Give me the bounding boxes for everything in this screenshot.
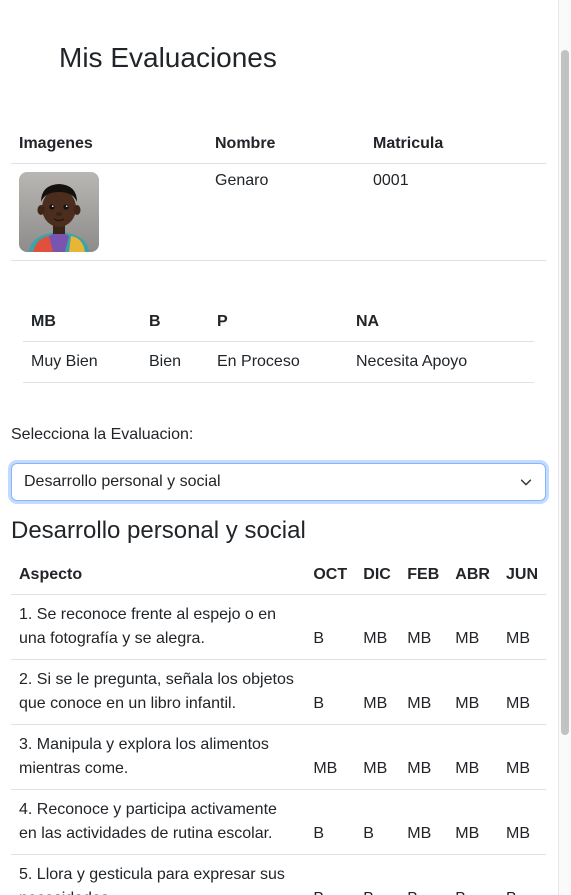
aspect-cell: 1. Se reconoce frente al espejo o en una… bbox=[11, 594, 306, 660]
grade-oct: B bbox=[305, 594, 356, 660]
header-jun: JUN bbox=[497, 555, 546, 595]
grade-jun: MB bbox=[497, 724, 546, 790]
student-table: Imagenes Nombre Matricula Genaro 0001 bbox=[11, 124, 546, 261]
grade-oct: B bbox=[305, 854, 356, 895]
student-name: Genaro bbox=[207, 163, 365, 261]
table-row: Muy Bien Bien En Proceso Necesita Apoyo bbox=[23, 341, 534, 383]
student-image-cell bbox=[11, 163, 207, 261]
aspect-cell: 4. Reconoce y participa activamente en l… bbox=[11, 789, 306, 855]
grade-feb: MB bbox=[399, 594, 448, 660]
grade-abr: MB bbox=[447, 724, 498, 790]
header-aspecto: Aspecto bbox=[11, 555, 306, 595]
legend-p: En Proceso bbox=[209, 341, 348, 383]
vertical-scrollbar[interactable] bbox=[558, 0, 571, 895]
grade-abr: B bbox=[447, 854, 498, 895]
header-feb: FEB bbox=[399, 555, 448, 595]
grade-dic: MB bbox=[355, 594, 400, 660]
evaluation-table: Aspecto OCT DIC FEB ABR JUN 1. Se recono… bbox=[11, 555, 546, 895]
chevron-down-icon bbox=[520, 479, 532, 486]
legend-table: MB B P NA Muy Bien Bien En Proceso Neces… bbox=[23, 302, 534, 383]
legend-header: MB B P NA bbox=[23, 302, 534, 342]
grade-dic: MB bbox=[355, 724, 400, 790]
header-nombre: Nombre bbox=[207, 124, 365, 164]
header-dic: DIC bbox=[355, 555, 400, 595]
grade-oct: B bbox=[305, 659, 356, 725]
header-oct: OCT bbox=[305, 555, 356, 595]
table-row: 1. Se reconoce frente al espejo o en una… bbox=[11, 594, 546, 660]
grade-abr: MB bbox=[447, 659, 498, 725]
aspect-cell: 3. Manipula y explora los alimentos mien… bbox=[11, 724, 306, 790]
legend-header-mb: MB bbox=[23, 302, 141, 342]
page: Mis Evaluaciones Imagenes Nombre Matricu… bbox=[0, 0, 558, 895]
grade-oct: B bbox=[305, 789, 356, 855]
grade-feb: MB bbox=[399, 789, 448, 855]
table-row: Genaro 0001 bbox=[11, 163, 546, 261]
page-title: Mis Evaluaciones bbox=[59, 42, 277, 73]
child-avatar bbox=[19, 172, 99, 252]
grade-feb: MB bbox=[399, 659, 448, 725]
table-row: 5. Llora y gesticula para expresar sus n… bbox=[11, 854, 546, 895]
grade-abr: MB bbox=[447, 789, 498, 855]
grade-jun: B bbox=[497, 854, 546, 895]
grade-feb: B bbox=[399, 854, 448, 895]
header-matricula: Matricula bbox=[365, 124, 546, 164]
legend-na: Necesita Apoyo bbox=[348, 341, 534, 383]
table-row: 3. Manipula y explora los alimentos mien… bbox=[11, 724, 546, 790]
grade-dic: MB bbox=[355, 659, 400, 725]
evaluation-header: Aspecto OCT DIC FEB ABR JUN bbox=[11, 555, 546, 595]
student-id: 0001 bbox=[365, 163, 546, 261]
legend-header-p: P bbox=[209, 302, 348, 342]
evaluation-select-value: Desarrollo personal y social bbox=[24, 473, 221, 490]
grade-abr: MB bbox=[447, 594, 498, 660]
grade-jun: MB bbox=[497, 594, 546, 660]
legend-b: Bien bbox=[141, 341, 209, 383]
grade-jun: MB bbox=[497, 659, 546, 725]
section-title: Desarrollo personal y social bbox=[11, 517, 306, 544]
legend-mb: Muy Bien bbox=[23, 341, 141, 383]
table-row: 4. Reconoce y participa activamente en l… bbox=[11, 789, 546, 855]
scrollbar-thumb[interactable] bbox=[561, 50, 569, 735]
student-table-header: Imagenes Nombre Matricula bbox=[11, 124, 546, 164]
grade-dic: B bbox=[355, 789, 400, 855]
grade-feb: MB bbox=[399, 724, 448, 790]
grade-oct: MB bbox=[305, 724, 356, 790]
select-label: Selecciona la Evaluacion: bbox=[11, 426, 194, 443]
aspect-cell: 2. Si se le pregunta, señala los objetos… bbox=[11, 659, 306, 725]
table-row: 2. Si se le pregunta, señala los objetos… bbox=[11, 659, 546, 725]
grade-dic: B bbox=[355, 854, 400, 895]
aspect-cell: 5. Llora y gesticula para expresar sus n… bbox=[11, 854, 306, 895]
legend-header-na: NA bbox=[348, 302, 534, 342]
grade-jun: MB bbox=[497, 789, 546, 855]
legend-header-b: B bbox=[141, 302, 209, 342]
header-abr: ABR bbox=[447, 555, 498, 595]
header-imagenes: Imagenes bbox=[11, 124, 207, 164]
evaluation-select[interactable]: Desarrollo personal y social bbox=[11, 463, 546, 501]
